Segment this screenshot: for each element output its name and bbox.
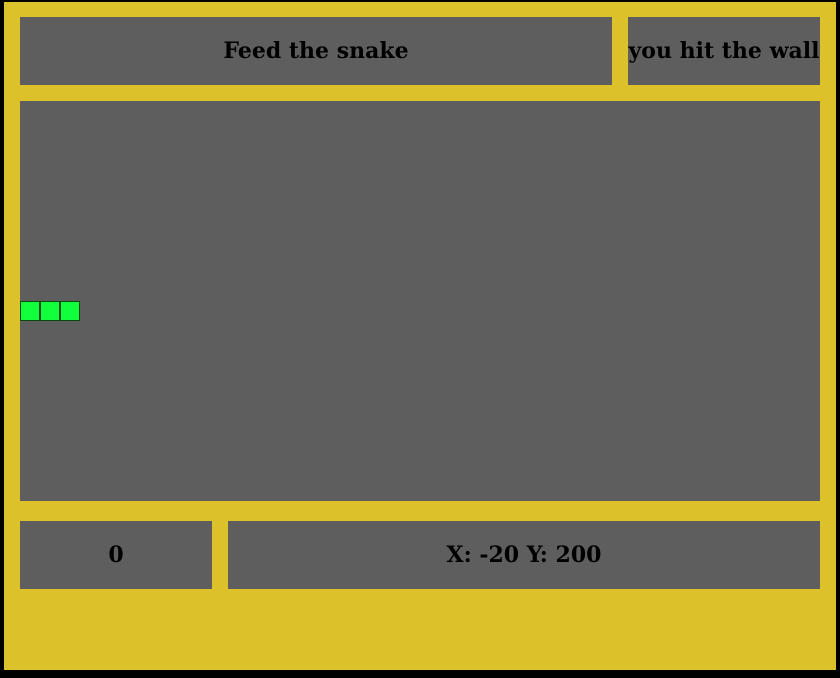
coordinates-panel: X: -20 Y: 200 (228, 521, 820, 589)
snake-segment (20, 301, 40, 321)
snake-segment (40, 301, 60, 321)
game-status-message: you hit the wall (628, 38, 820, 64)
snake-segment (60, 301, 80, 321)
score-value: 0 (108, 542, 124, 568)
game-frame: Feed the snake you hit the wall 0 X: -20… (4, 2, 836, 670)
game-status-panel: you hit the wall (628, 17, 820, 85)
coordinates-readout: X: -20 Y: 200 (446, 542, 602, 568)
game-title: Feed the snake (223, 38, 409, 64)
score-panel: 0 (20, 521, 212, 589)
game-title-panel: Feed the snake (20, 17, 612, 85)
game-board[interactable] (20, 101, 820, 501)
